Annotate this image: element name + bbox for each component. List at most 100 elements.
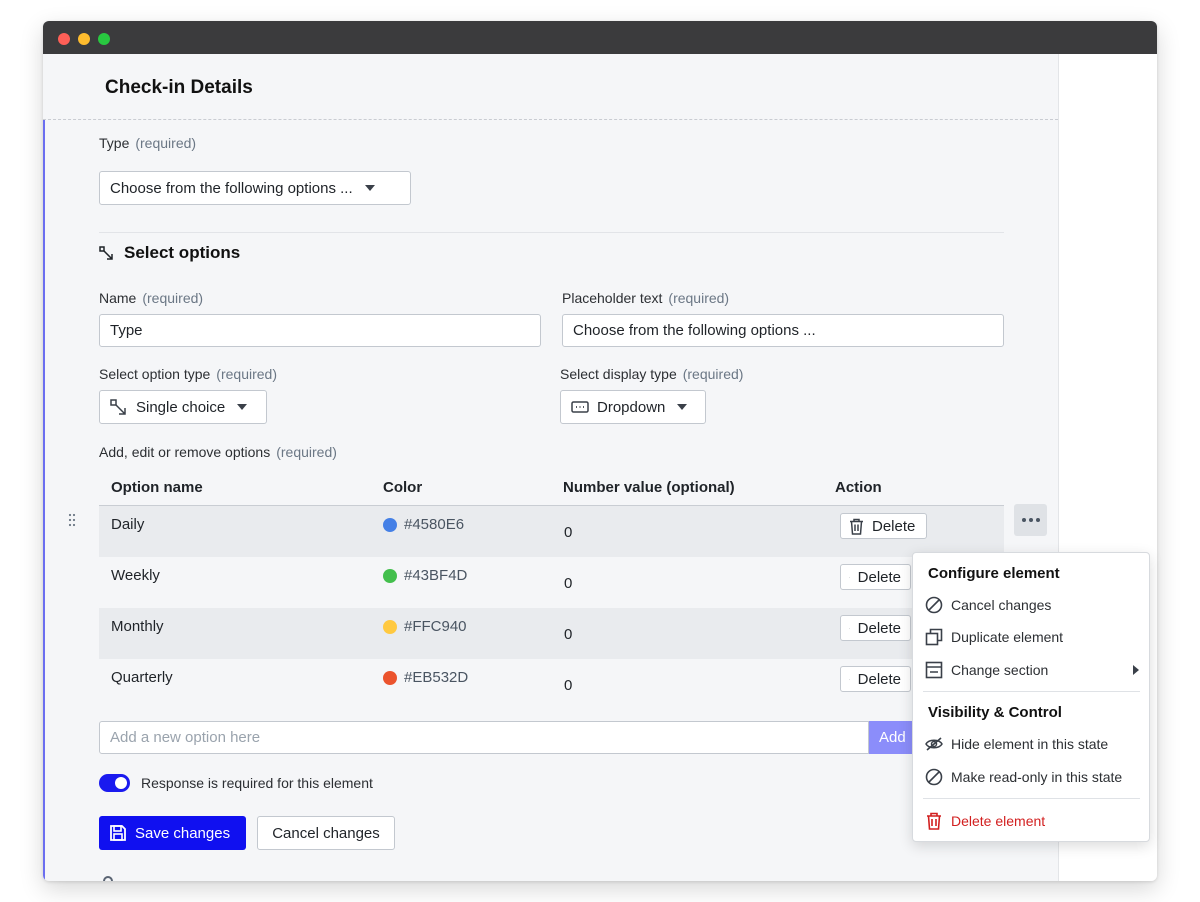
menu-item-label: Cancel changes [951,597,1052,613]
option-name: Weekly [111,567,160,584]
option-number-value[interactable]: 0 [564,524,572,541]
option-type-value: Single choice [136,398,226,416]
menu-item-label: Delete element [951,813,1046,829]
chevron-down-icon [237,404,248,410]
minimize-window-button[interactable] [78,33,90,45]
column-header-action: Action [835,479,882,496]
option-color[interactable]: #43BF4D [383,567,467,584]
partial-icon [103,876,113,881]
section-title-text: Select options [124,243,241,262]
option-number-value[interactable]: 0 [564,626,572,643]
display-type-value: Dropdown [597,398,666,416]
context-menu: Configure element Cancel changes Duplica… [912,552,1150,842]
chevron-down-icon [677,404,688,410]
trash-icon [849,627,850,629]
add-option-input[interactable]: Add a new option here [99,721,869,754]
delete-option-button[interactable]: Delete [840,513,927,539]
menu-item-change-section[interactable]: Change section [925,657,1141,683]
eye-off-icon [925,737,943,751]
save-changes-label: Save changes [135,824,231,842]
type-label: Type (required) [99,135,196,151]
placeholder-input[interactable]: Choose from the following options ... [562,314,1004,347]
section-divider [99,232,1004,233]
menu-separator [923,691,1140,692]
option-color-value: #43BF4D [404,567,468,584]
display-type-label: Select display type (required) [560,366,743,382]
menu-item-delete-element[interactable]: Delete element [925,808,1141,834]
maximize-window-button[interactable] [98,33,110,45]
chevron-down-icon [364,185,375,191]
option-number-value[interactable]: 0 [564,677,572,694]
menu-item-cancel-changes[interactable]: Cancel changes [925,592,1141,618]
menu-item-label: Make read-only in this state [951,769,1123,785]
select-option-icon [99,246,113,260]
ban-icon [925,768,943,786]
option-name: Monthly [111,618,164,635]
type-required: (required) [135,135,197,151]
option-type-select[interactable]: Single choice [99,390,267,424]
drag-handle-icon[interactable] [68,513,76,527]
save-changes-button[interactable]: Save changes [99,816,246,850]
option-color-value: #EB532D [404,669,469,686]
option-color-value: #4580E6 [404,516,465,533]
column-header-option-name: Option name [111,479,203,496]
trash-icon [927,812,941,830]
options-label: Add, edit or remove options (required) [99,444,337,460]
configure-heading: Configure element [928,565,1060,582]
option-type-label-text: Select option type [99,366,211,382]
option-color[interactable]: #4580E6 [383,516,464,533]
delete-label: Delete [857,568,901,586]
menu-item-label: Change section [951,662,1049,678]
add-option-button-label: Add [879,729,906,746]
more-options-button[interactable] [1014,504,1047,536]
menu-item-make-read-only[interactable]: Make read-only in this state [925,764,1141,790]
delete-label: Delete [872,517,916,535]
placeholder-required: (required) [668,290,730,306]
chevron-right-icon [1133,665,1139,675]
section-title: Select options [99,243,240,263]
delete-option-button[interactable]: Delete [840,666,911,692]
trash-icon [849,678,850,680]
placeholder-label: Placeholder text (required) [562,290,729,306]
color-swatch [383,619,397,634]
visibility-heading: Visibility & Control [928,704,1062,721]
close-window-button[interactable] [58,33,70,45]
option-type-label: Select option type (required) [99,366,277,382]
dropdown-icon [571,401,589,413]
window-titlebar [43,21,1157,54]
option-color[interactable]: #EB532D [383,669,468,686]
name-label: Name (required) [99,290,203,306]
menu-item-duplicate-element[interactable]: Duplicate element [925,624,1141,650]
ban-icon [925,596,943,614]
table-row: Quarterly #EB532D 0 Delete [99,659,1004,710]
delete-option-button[interactable]: Delete [840,615,911,641]
menu-item-hide-element[interactable]: Hide element in this state [925,731,1141,757]
menu-item-label: Hide element in this state [951,736,1109,752]
name-input[interactable]: Type [99,314,541,347]
type-label-text: Type [99,135,130,151]
add-option-placeholder: Add a new option here [110,729,261,746]
table-row: Daily #4580E6 0 Delete [99,506,1004,557]
option-type-required: (required) [216,366,277,382]
column-header-color: Color [383,479,423,496]
required-toggle-label: Response is required for this element [141,775,373,791]
option-color[interactable]: #FFC940 [383,618,467,635]
color-swatch [383,568,397,583]
options-required: (required) [276,444,337,460]
placeholder-input-value: Choose from the following options ... [573,322,816,339]
type-select[interactable]: Choose from the following options ... [99,171,411,205]
option-name: Daily [111,516,145,533]
delete-label: Delete [857,670,901,688]
section-icon [925,661,943,679]
cancel-changes-button[interactable]: Cancel changes [257,816,395,850]
trash-icon [850,518,863,535]
delete-label: Delete [857,619,901,637]
color-swatch [383,517,397,532]
cancel-changes-label: Cancel changes [272,824,380,842]
more-icon [1021,518,1040,522]
option-number-value[interactable]: 0 [564,575,572,592]
delete-option-button[interactable]: Delete [840,564,911,590]
display-type-select[interactable]: Dropdown [560,390,706,424]
required-toggle[interactable] [99,774,130,792]
menu-item-label: Duplicate element [951,629,1064,645]
